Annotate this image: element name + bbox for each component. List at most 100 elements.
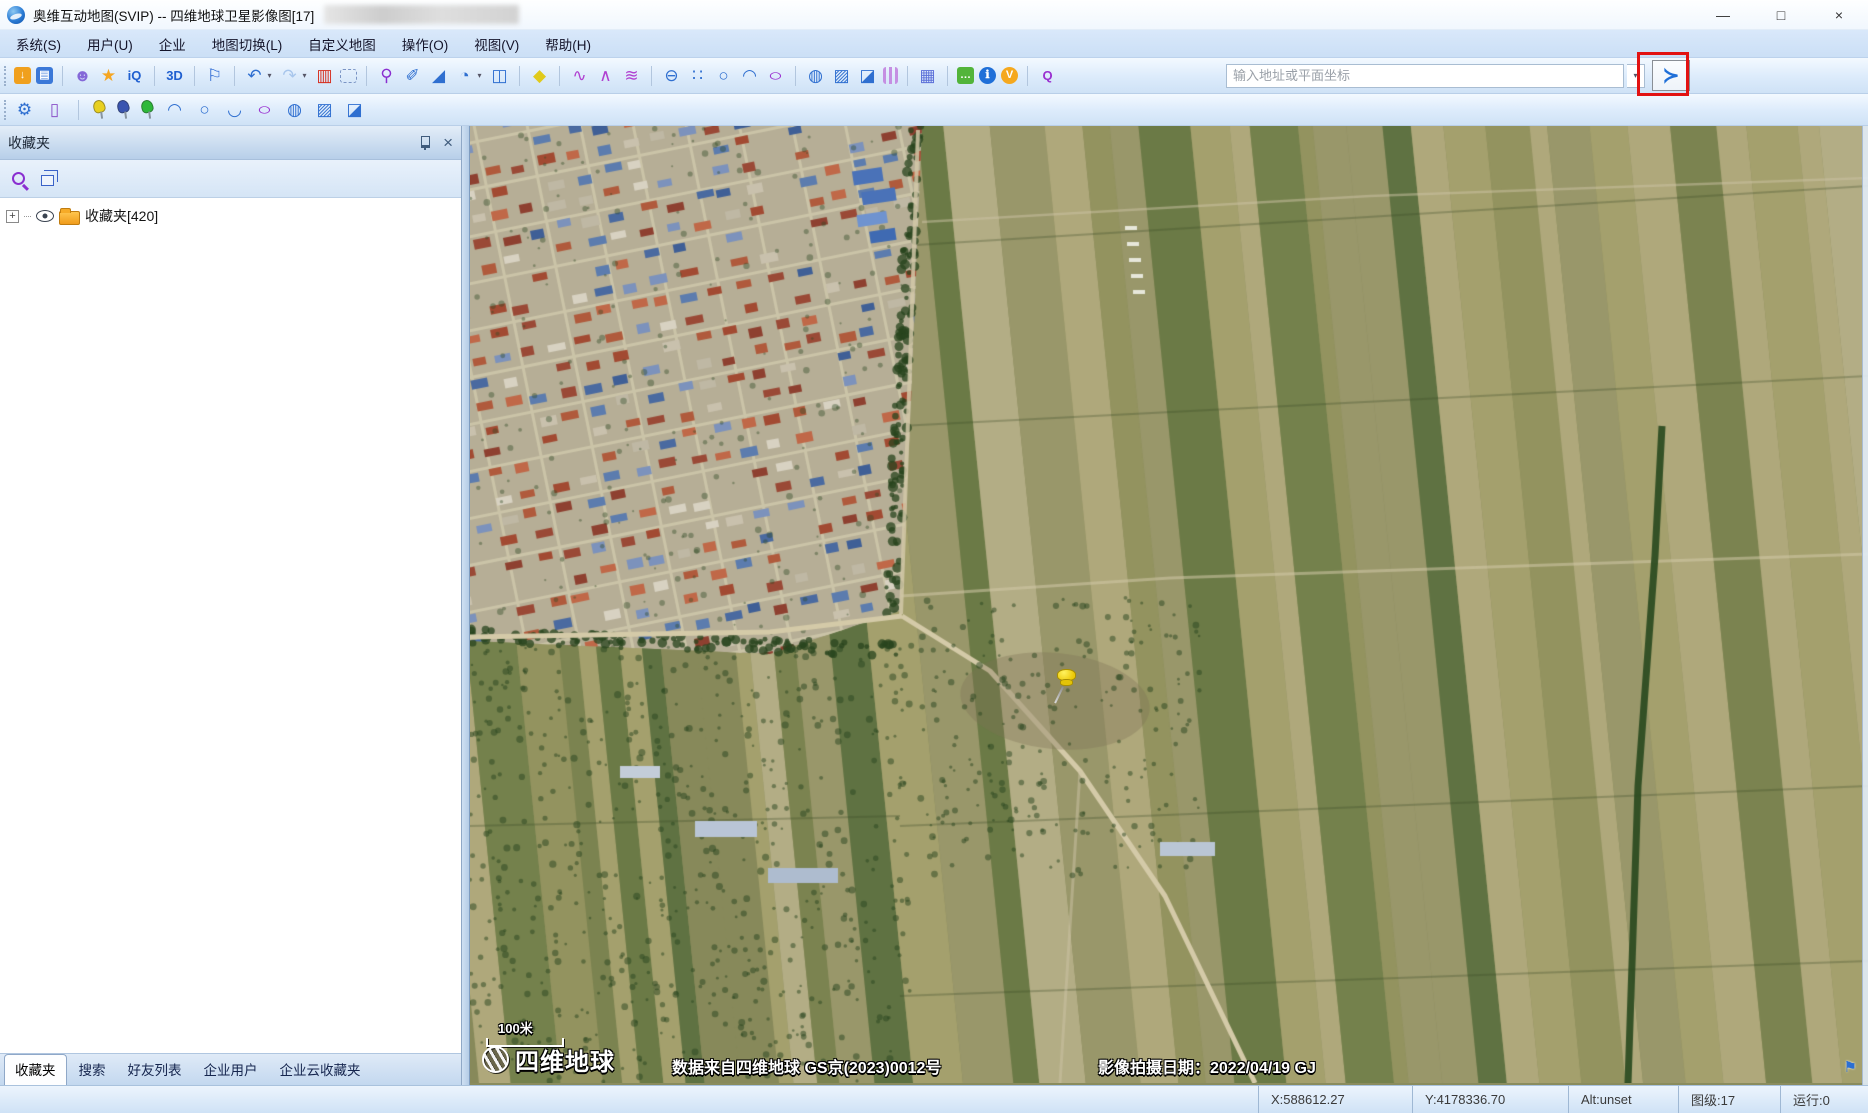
location-pin-icon[interactable]: ⚲ (376, 64, 397, 88)
fill-rect-icon[interactable]: ▨ (831, 64, 852, 88)
pushpin-green-icon[interactable] (137, 97, 157, 121)
menu-item-视图[interactable]: 视图(V) (474, 34, 519, 54)
panel-tab-3[interactable]: 好友列表 (118, 1055, 192, 1085)
fill-circle-icon[interactable]: ◍ (805, 64, 826, 88)
toolbar-separator (154, 66, 155, 86)
map-capture-date: 影像拍摄日期：2022/04/19 GJ (1098, 1054, 1316, 1078)
fill-rect2-icon[interactable]: ▨ (314, 98, 335, 122)
arc-icon[interactable]: ◠ (739, 64, 760, 88)
minimize-button[interactable]: — (1694, 0, 1752, 29)
toolbar-separator (519, 66, 520, 86)
menu-item-自定义地图[interactable]: 自定义地图 (308, 34, 376, 54)
toolbar-separator (795, 66, 796, 86)
level-circle-icon[interactable]: ⊖ (661, 64, 682, 88)
application-window: { "window": { "title": "奥维互动地图(SVIP) -- … (0, 0, 1868, 1113)
find-user-icon[interactable]: iQ (124, 64, 145, 88)
panel-splitter[interactable] (462, 126, 470, 1085)
map-marker-pushpin[interactable] (1053, 669, 1083, 713)
undo-icon[interactable]: ↶ (244, 64, 265, 88)
provider-logo-icon (482, 1046, 509, 1073)
panel-close-icon[interactable]: × (443, 134, 453, 151)
status-y-coordinate: Y:4178336.70 (1412, 1086, 1568, 1113)
map-right-scrollbar[interactable] (1862, 126, 1868, 1085)
provider-logo: 四维地球 (482, 1042, 615, 1077)
camera-icon[interactable]: ◫ (489, 64, 510, 88)
maximize-button[interactable]: □ (1752, 0, 1810, 29)
vip-icon[interactable]: V (1001, 67, 1018, 84)
toolbar-separator (1027, 66, 1028, 86)
send-button[interactable]: ≻ (1652, 60, 1690, 91)
visibility-eye-icon[interactable] (36, 210, 54, 222)
settings-icon[interactable]: ⚙ (14, 98, 35, 122)
ellipse2-icon[interactable]: ○ (249, 98, 281, 122)
menu-item-帮助[interactable]: 帮助(H) (545, 34, 591, 54)
panel-header: 收藏夹 × (0, 126, 461, 160)
circle2-icon[interactable]: ○ (194, 98, 215, 122)
search-icon[interactable]: Q (1037, 64, 1058, 88)
peak-line-icon[interactable]: ∧ (595, 64, 616, 88)
panel-multiselect-icon[interactable] (41, 175, 54, 186)
map-attribution: 数据来自四维地球 GS京(2023)0012号 (672, 1054, 941, 1078)
crop-map-icon[interactable]: ⚐ (204, 64, 225, 88)
ellipse-icon[interactable]: ○ (760, 64, 792, 88)
toolbar-grip[interactable] (4, 66, 9, 86)
menu-item-操作[interactable]: 操作(O) (402, 34, 449, 54)
map-viewport: 100米 四维地球 数据来自四维地球 GS京(2023)0012号 影像拍摄日期… (470, 126, 1868, 1085)
circle-icon[interactable]: ○ (713, 64, 734, 88)
polyline-icon[interactable]: ∿ (569, 64, 590, 88)
info-icon[interactable]: ℹ (979, 67, 996, 84)
menu-item-企业[interactable]: 企业 (159, 34, 186, 54)
parallel-bars-icon[interactable] (883, 67, 898, 84)
panel-tab-5[interactable]: 企业云收藏夹 (270, 1055, 371, 1085)
compass-caret-icon[interactable]: ▾ (475, 64, 484, 88)
measure-icon[interactable]: ✐ (402, 64, 423, 88)
tag-icon[interactable]: ◆ (529, 64, 550, 88)
toolbar-separator (78, 100, 79, 120)
toolbar-grip[interactable] (4, 100, 9, 120)
redacted-title-text (324, 5, 519, 24)
panel-tab-1[interactable]: 收藏夹 (4, 1054, 67, 1085)
pushpin-yellow-icon[interactable] (89, 97, 109, 121)
open-file-icon[interactable]: ↓ (14, 67, 31, 84)
pushpin-blue-icon[interactable] (113, 97, 133, 121)
grid-table-icon[interactable]: ▦ (917, 64, 938, 88)
fill-circle2-icon[interactable]: ◍ (284, 98, 305, 122)
tree-connector (24, 216, 31, 217)
save-icon[interactable]: ▤ (36, 67, 53, 84)
panel-search-icon[interactable] (12, 172, 25, 185)
scatter-points-icon[interactable]: ∷ (687, 64, 708, 88)
view-3d-icon[interactable]: 3D (164, 64, 185, 88)
chat-icon[interactable]: … (957, 67, 974, 84)
redo-caret-icon[interactable]: ▾ (300, 64, 309, 88)
redo-icon[interactable]: ↷ (279, 64, 300, 88)
window-title: 奥维互动地图(SVIP) -- 四维地球卫星影像图[17] (33, 5, 314, 25)
slope-measure-icon[interactable]: ◢ (428, 64, 449, 88)
address-search-input[interactable] (1226, 64, 1624, 88)
toolbar-separator (234, 66, 235, 86)
fill-polygon-icon[interactable]: ◪ (857, 64, 878, 88)
search-history-caret[interactable]: ▾ (1627, 64, 1645, 88)
close-button[interactable]: × (1810, 0, 1868, 29)
select-rect-icon[interactable] (340, 69, 357, 83)
fill-polygon2-icon[interactable]: ◪ (344, 98, 365, 122)
menu-item-用户[interactable]: 用户(U) (87, 34, 133, 54)
curve-icon[interactable]: ≋ (621, 64, 642, 88)
friends-icon[interactable]: ☻ (72, 64, 93, 88)
menu-item-地图切换[interactable]: 地图切换(L) (212, 34, 283, 54)
arc-open-icon[interactable]: ◡ (224, 98, 245, 122)
favorites-star-icon[interactable]: ★ (98, 64, 119, 88)
satellite-map[interactable] (470, 126, 1868, 1083)
panel-tab-2[interactable]: 搜索 (69, 1055, 116, 1085)
tree-item-favorites-root[interactable]: + 收藏夹[420] (6, 206, 455, 226)
expand-icon[interactable]: + (6, 210, 19, 223)
delete-icon[interactable]: ▥ (314, 64, 335, 88)
panel-toolbar (0, 160, 461, 198)
panel-tab-4[interactable]: 企业用户 (194, 1055, 268, 1085)
undo-caret-icon[interactable]: ▾ (265, 64, 274, 88)
dock-pin-icon[interactable] (419, 135, 431, 150)
compass-icon[interactable]: ◔ (454, 64, 475, 88)
document-icon[interactable]: ▯ (44, 98, 65, 122)
arc-up-icon[interactable]: ◠ (164, 98, 185, 122)
status-zoom-level: 图级:17 (1678, 1086, 1780, 1113)
menu-item-系统[interactable]: 系统(S) (16, 34, 61, 54)
